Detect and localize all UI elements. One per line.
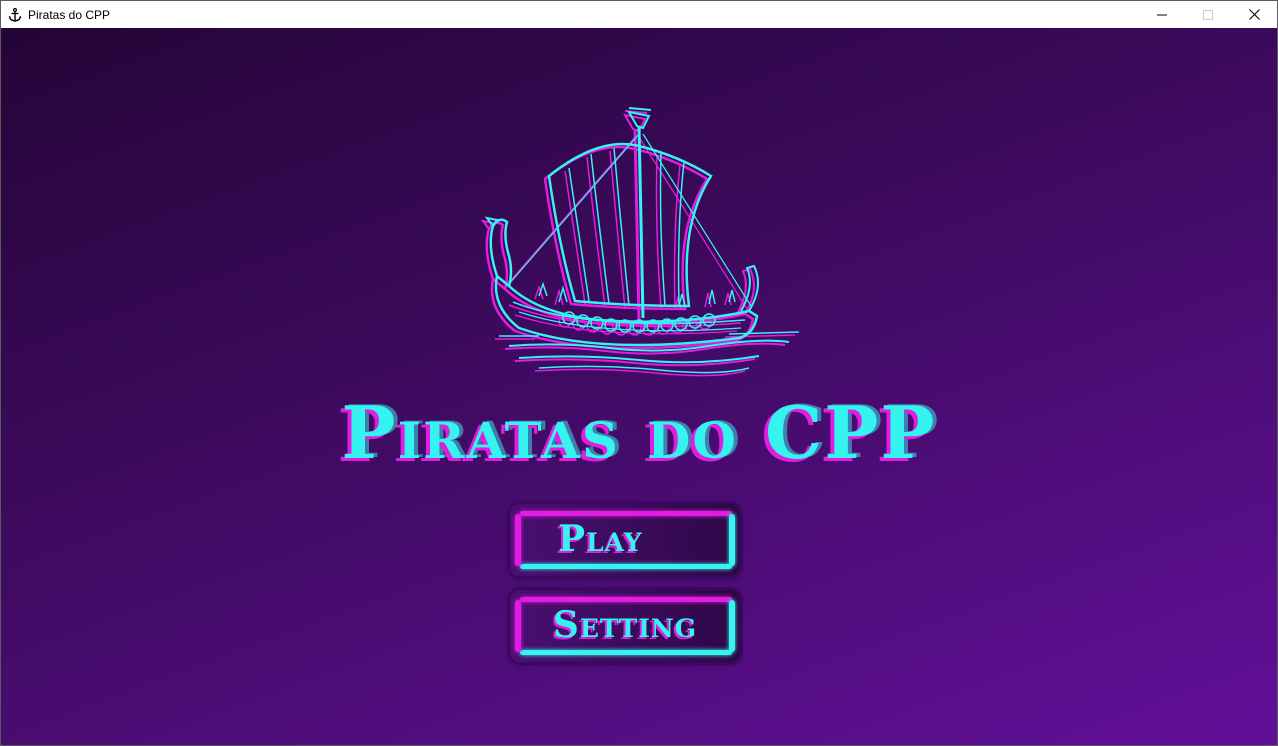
close-icon [1248,9,1260,20]
game-screen: Piratas do CPP Play Setting [1,28,1277,745]
anchor-icon [7,7,23,23]
viking-ship-icon [481,106,801,378]
maximize-button[interactable] [1185,1,1231,28]
close-button[interactable] [1231,1,1277,28]
maximize-icon [1203,9,1213,20]
setting-button[interactable]: Setting [510,590,740,662]
minimize-icon [1157,14,1167,15]
window-title: Piratas do CPP [28,7,111,22]
play-button[interactable]: Play [510,504,740,576]
play-button-label: Play [558,518,643,560]
game-title: Piratas do CPP [341,390,937,475]
setting-button-label: Setting [552,604,698,646]
app-window: Piratas do CPP Piratas do CPP Play Setti… [0,0,1278,746]
minimize-button[interactable] [1139,1,1185,28]
title-bar[interactable]: Piratas do CPP [1,1,1277,28]
